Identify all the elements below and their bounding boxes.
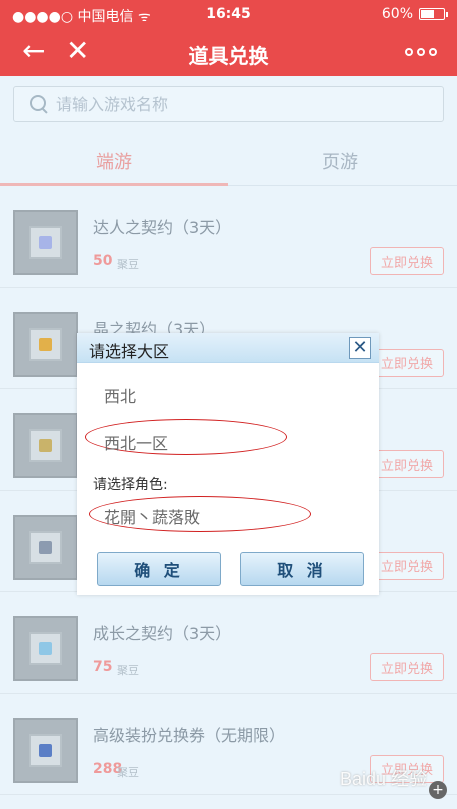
role-label: 请选择角色: xyxy=(93,477,168,493)
list-item[interactable]: 成长之契约（3天） 75 聚豆 立即兑换 xyxy=(0,592,457,694)
battery-icon xyxy=(419,8,448,20)
dialog-header: 请选择大区 ✕ xyxy=(77,333,379,363)
battery-percent: 60% xyxy=(381,6,413,22)
status-right: 60% xyxy=(381,6,448,22)
watermark-logo: Baidu 经验 xyxy=(339,769,427,789)
search-icon xyxy=(30,95,48,113)
item-price: 50 xyxy=(93,253,113,269)
dialog-close-icon[interactable]: ✕ xyxy=(349,337,371,359)
item-title: 达人之契约（3天） xyxy=(93,218,232,237)
status-bar: ●●●●○ 中国电信 ᯤ 16:45 60% xyxy=(0,0,457,30)
zoom-icon[interactable]: + xyxy=(429,781,447,799)
redeem-button[interactable]: 立即兑换 xyxy=(370,348,444,377)
search-input[interactable] xyxy=(56,94,416,114)
role-select[interactable]: 花開丶蔬落敗 xyxy=(104,504,200,528)
nav-bar: ← ✕ 道具兑换 xyxy=(0,30,457,76)
item-thumbnail xyxy=(13,717,78,783)
item-thumbnail xyxy=(13,413,78,478)
item-thumbnail xyxy=(13,311,78,377)
redeem-button[interactable]: 立即兑换 xyxy=(370,551,444,580)
region-select[interactable]: 西北 xyxy=(104,383,136,407)
list-item[interactable]: 达人之契约（3天） 50 聚豆 立即兑换 xyxy=(0,186,457,288)
more-icon[interactable] xyxy=(405,48,437,56)
item-thumbnail xyxy=(13,514,78,580)
item-title: 高级装扮兑换券（无期限） xyxy=(93,725,286,745)
price-unit: 聚豆 xyxy=(117,664,139,677)
item-price: 75 xyxy=(93,659,113,675)
item-thumbnail xyxy=(13,616,78,681)
search-box[interactable] xyxy=(13,86,444,122)
search-section xyxy=(0,76,457,132)
tab-pc-games[interactable]: 端游 xyxy=(96,148,132,174)
server-select[interactable]: 西北一区 xyxy=(104,430,168,454)
tab-web-games[interactable]: 页游 xyxy=(322,148,358,174)
redeem-button[interactable]: 立即兑换 xyxy=(370,450,444,478)
confirm-button[interactable]: 确 定 xyxy=(97,552,221,586)
redeem-button[interactable]: 立即兑换 xyxy=(370,653,444,681)
price-unit: 聚豆 xyxy=(117,258,139,271)
item-thumbnail xyxy=(13,210,78,275)
page-title: 道具兑换 xyxy=(188,44,269,68)
item-title: 成长之契约（3天） xyxy=(93,624,232,643)
tab-bar: 端游 页游 xyxy=(0,132,457,186)
dialog-title: 请选择大区 xyxy=(89,342,170,361)
price-unit: 聚豆 xyxy=(117,765,139,779)
cancel-button[interactable]: 取 消 xyxy=(240,552,364,586)
select-region-dialog: 请选择大区 ✕ 西北 西北一区 请选择角色: 花開丶蔬落敗 确 定 取 消 xyxy=(77,333,379,595)
redeem-button[interactable]: 立即兑换 xyxy=(370,247,444,275)
